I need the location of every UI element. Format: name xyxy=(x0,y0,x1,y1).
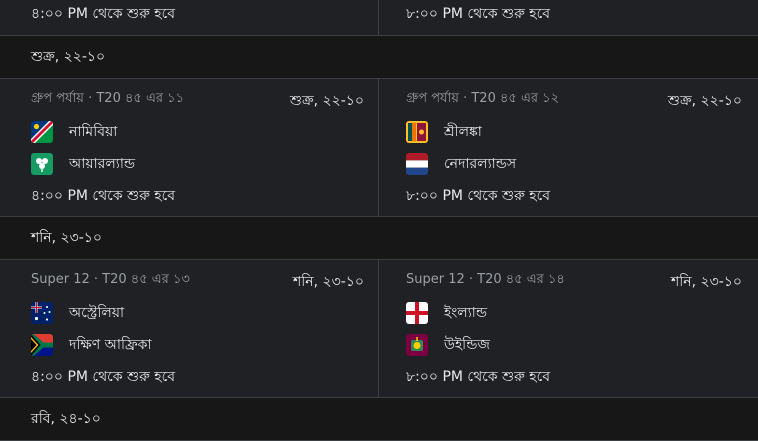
team-name: দক্ষিণ আফ্রিকা xyxy=(69,337,152,353)
day-header-label: শনি, ২৩-১০ xyxy=(31,230,102,246)
team-name: আয়ারল্যান্ড xyxy=(69,156,136,172)
match-time: ৪:০০ PM থেকে শুরু হবে xyxy=(31,188,176,204)
team-name: নামিবিয়া xyxy=(69,124,118,140)
day-header-label: রবি, ২৪-১০ xyxy=(31,411,101,427)
team-row: অস্ট্রেলিয়া xyxy=(31,301,124,325)
team-row: উইন্ডিজ xyxy=(406,333,490,357)
match-schedule: ৪:০০ PM থেকে শুরু হবে ৮:০০ PM থেকে শুরু … xyxy=(0,0,758,441)
ireland-cricket-flag-icon xyxy=(31,153,53,175)
match-time: ৮:০০ PM থেকে শুরু হবে xyxy=(406,6,551,22)
day-header: রবি, ২৪-১০ xyxy=(0,397,758,441)
match-card[interactable]: Super 12 · T20 ৪৫ এর ১৪ শনি, ২৩-১০ ইংল্য… xyxy=(379,260,758,397)
match-time: ৪:০০ PM থেকে শুরু হবে xyxy=(31,369,176,385)
team-name: অস্ট্রেলিয়া xyxy=(69,305,125,321)
match-meta: Super 12 · T20 ৪৫ এর ১৪ শনি, ২৩-১০ xyxy=(406,270,742,294)
match-date: শনি, ২৩-১০ xyxy=(671,274,742,290)
match-meta: গ্রুপ পর্যায় · T20 ৪৫ এর ১২ শুক্র, ২২-১… xyxy=(406,89,742,113)
team-row: নেদারল্যান্ডস xyxy=(406,152,516,176)
team-name: নেদারল্যান্ডস xyxy=(444,156,517,172)
team-row: ইংল্যান্ড xyxy=(406,301,487,325)
netherlands-flag-icon xyxy=(406,153,428,175)
match-meta: Super 12 · T20 ৪৫ এর ১৩ শনি, ২৩-১০ xyxy=(31,270,364,294)
match-date: শুক্র, ২২-১০ xyxy=(667,93,742,109)
australia-flag-icon xyxy=(31,302,53,324)
match-row-partial: ৪:০০ PM থেকে শুরু হবে ৮:০০ PM থেকে শুরু … xyxy=(0,0,758,35)
team-row: দক্ষিণ আফ্রিকা xyxy=(31,333,151,357)
namibia-flag-icon xyxy=(31,121,53,143)
team-row: শ্রীলঙ্কা xyxy=(406,120,482,144)
west-indies-flag-icon xyxy=(406,334,428,356)
match-stage: গ্রুপ পর্যায় · T20 ৪৫ এর ১১ xyxy=(31,91,185,106)
match-meta: গ্রুপ পর্যায় · T20 ৪৫ এর ১১ শুক্র, ২২-১… xyxy=(31,89,364,113)
sri-lanka-flag-icon xyxy=(406,121,428,143)
team-row: নামিবিয়া xyxy=(31,120,117,144)
match-card[interactable]: গ্রুপ পর্যায় · T20 ৪৫ এর ১১ শুক্র, ২২-১… xyxy=(0,79,379,216)
match-stage: গ্রুপ পর্যায় · T20 ৪৫ এর ১২ xyxy=(406,91,560,106)
team-row: আয়ারল্যান্ড xyxy=(31,152,135,176)
day-header: শনি, ২৩-১০ xyxy=(0,216,758,260)
match-time: ৪:০০ PM থেকে শুরু হবে xyxy=(31,6,176,22)
team-name: উইন্ডিজ xyxy=(444,337,490,353)
match-stage: Super 12 · T20 ৪৫ এর ১৪ xyxy=(406,272,565,287)
match-time: ৮:০০ PM থেকে শুরু হবে xyxy=(406,369,551,385)
match-card[interactable]: Super 12 · T20 ৪৫ এর ১৩ শনি, ২৩-১০ অস্ট্… xyxy=(0,260,379,397)
england-flag-icon xyxy=(406,302,428,324)
match-card-partial-left[interactable]: ৪:০০ PM থেকে শুরু হবে xyxy=(0,0,379,35)
match-date: শুক্র, ২২-১০ xyxy=(289,93,364,109)
match-row: গ্রুপ পর্যায় · T20 ৪৫ এর ১১ শুক্র, ২২-১… xyxy=(0,79,758,216)
match-stage: Super 12 · T20 ৪৫ এর ১৩ xyxy=(31,272,190,287)
match-row: Super 12 · T20 ৪৫ এর ১৩ শনি, ২৩-১০ অস্ট্… xyxy=(0,260,758,397)
match-card[interactable]: গ্রুপ পর্যায় · T20 ৪৫ এর ১২ শুক্র, ২২-১… xyxy=(379,79,758,216)
match-date: শনি, ২৩-১০ xyxy=(293,274,364,290)
day-header-label: শুক্র, ২২-১০ xyxy=(31,49,106,65)
match-card-partial-right[interactable]: ৮:০০ PM থেকে শুরু হবে xyxy=(379,0,758,35)
team-name: ইংল্যান্ড xyxy=(444,305,488,321)
day-header: শুক্র, ২২-১০ xyxy=(0,35,758,79)
south-africa-flag-icon xyxy=(31,334,53,356)
match-time: ৮:০০ PM থেকে শুরু হবে xyxy=(406,188,551,204)
team-name: শ্রীলঙ্কা xyxy=(444,124,482,140)
